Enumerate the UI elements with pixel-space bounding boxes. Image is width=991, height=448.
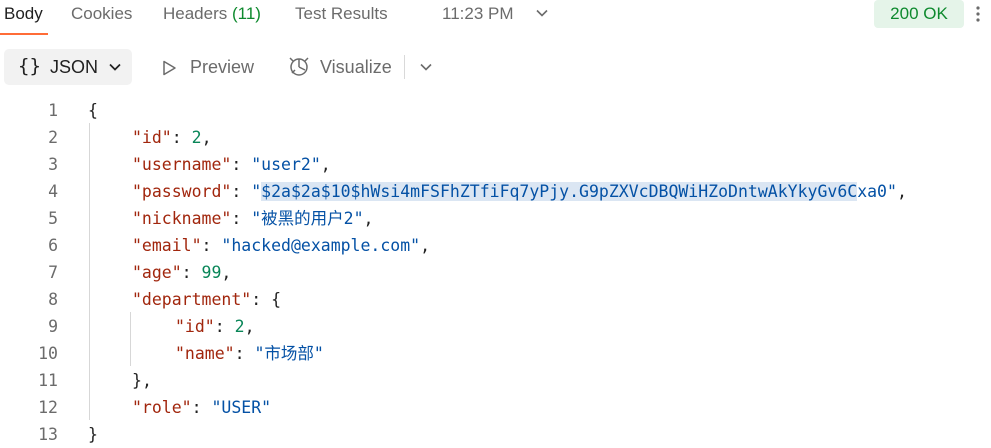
json-key: "password" xyxy=(132,182,232,201)
code-line: "email": "hacked@example.com", xyxy=(132,236,431,255)
response-time[interactable]: 11:23 PM xyxy=(442,2,514,26)
response-tab-bar: Body Cookies Headers (11) Test Results 1… xyxy=(0,0,991,36)
close-brace: } xyxy=(132,371,142,390)
format-dropdown[interactable]: {} JSON xyxy=(4,49,132,85)
line-number: 8 xyxy=(48,290,58,309)
json-key: "name" xyxy=(175,344,235,363)
code-line: "username": "user2", xyxy=(132,155,331,174)
json-string: xa0" xyxy=(857,182,897,201)
open-brace: { xyxy=(271,290,282,309)
code-line: } xyxy=(88,421,98,448)
line-number: 9 xyxy=(48,317,58,336)
line-number: 2 xyxy=(48,128,58,147)
chevron-down-icon[interactable] xyxy=(419,60,433,74)
code-line: "department": { xyxy=(132,290,282,309)
code-line: "nickname": "被黑的用户2", xyxy=(132,209,374,228)
line-number: 11 xyxy=(38,371,58,390)
chevron-down-icon xyxy=(109,63,121,71)
json-key: "role" xyxy=(132,398,192,417)
json-key: "nickname" xyxy=(132,209,232,228)
line-number: 4 xyxy=(48,182,58,201)
indent-guide xyxy=(89,123,90,420)
json-string: "被黑的用户2" xyxy=(251,209,364,228)
code-line: "role": "USER" xyxy=(132,398,272,417)
json-string: "市场部" xyxy=(254,344,324,363)
more-options-icon[interactable] xyxy=(970,4,986,24)
line-number: 6 xyxy=(48,236,58,255)
status-badge[interactable]: 200 OK xyxy=(874,0,964,28)
visualize-label: Visualize xyxy=(320,57,392,77)
json-string: "hacked@example.com" xyxy=(221,236,421,255)
format-label: JSON xyxy=(50,57,99,77)
chevron-down-icon[interactable] xyxy=(535,6,549,20)
line-number: 10 xyxy=(38,344,58,363)
json-key: "id" xyxy=(175,317,215,336)
tab-cookies[interactable]: Cookies xyxy=(71,2,132,26)
code-line: }, xyxy=(132,371,152,390)
indent-guide xyxy=(130,312,131,366)
json-key: "username" xyxy=(132,155,232,174)
active-tab-indicator xyxy=(0,33,48,35)
code-line: "age": 99, xyxy=(132,263,232,282)
close-brace: } xyxy=(88,425,98,444)
tab-body[interactable]: Body xyxy=(4,2,43,26)
line-number: 13 xyxy=(38,425,58,444)
line-number: 3 xyxy=(48,155,58,174)
tab-test-results[interactable]: Test Results xyxy=(295,2,388,26)
json-key: "department" xyxy=(132,290,252,309)
code-line: "password": "$2a$2a$10$hWsi4mFSFhZTfiFq7… xyxy=(132,182,907,201)
json-number: 2 xyxy=(191,128,202,147)
line-number: 7 xyxy=(48,263,58,282)
json-number: 2 xyxy=(234,317,245,336)
code-line: "id": 2, xyxy=(132,128,212,147)
code-line: "name": "市场部" xyxy=(175,344,324,363)
json-string: "USER" xyxy=(211,398,272,417)
json-key: "age" xyxy=(132,263,182,282)
preview-label: Preview xyxy=(190,57,255,77)
code-line: { xyxy=(88,97,98,124)
braces-icon: {} xyxy=(18,55,41,77)
visualize-icon xyxy=(289,57,309,76)
toolbar-divider xyxy=(404,55,405,79)
json-key: "id" xyxy=(132,128,172,147)
json-string: " xyxy=(251,182,262,201)
tab-headers[interactable]: Headers (11) xyxy=(163,2,261,26)
selected-text[interactable]: $2a$2a$10$hWsi4mFSFhZTfiFq7yPjy.G9pZXVcD… xyxy=(261,182,858,201)
json-key: "email" xyxy=(132,236,202,255)
json-number: 99 xyxy=(201,263,222,282)
headers-count-badge: (11) xyxy=(232,4,261,23)
line-number: 5 xyxy=(48,209,58,228)
json-string: "user2" xyxy=(251,155,321,174)
play-icon xyxy=(163,60,176,76)
line-number: 12 xyxy=(38,398,58,417)
line-number: 1 xyxy=(48,101,58,120)
open-brace: { xyxy=(88,101,98,120)
response-body-viewer[interactable]: 1 2 3 4 5 6 7 8 9 10 11 12 13 { "id": 2,… xyxy=(0,97,991,444)
code-line: "id": 2, xyxy=(175,317,255,336)
tab-headers-label: Headers xyxy=(163,4,228,23)
